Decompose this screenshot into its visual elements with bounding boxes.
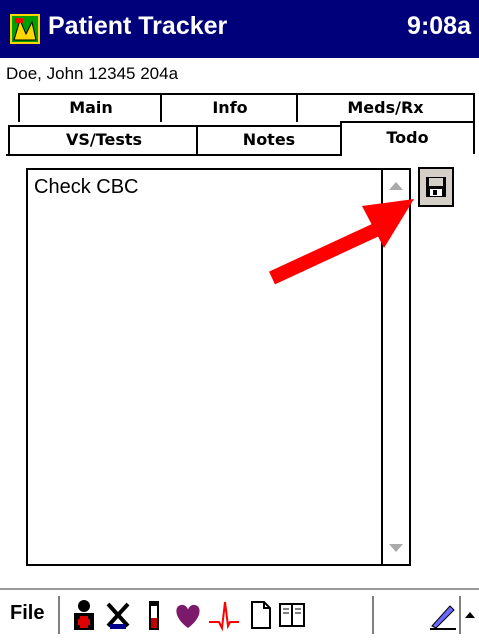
tab-main[interactable]: Main — [18, 93, 164, 122]
list-item[interactable]: Check CBC — [34, 176, 138, 199]
heart-icon[interactable] — [172, 598, 204, 632]
test-tube-icon[interactable] — [138, 598, 170, 632]
tab-meds-rx[interactable]: Meds/Rx — [296, 93, 475, 122]
app-icon — [10, 14, 40, 44]
ecg-icon[interactable] — [208, 598, 240, 632]
clock[interactable]: 9:08a — [407, 12, 471, 41]
tab-todo[interactable]: Todo — [340, 121, 475, 156]
tab-notes[interactable]: Notes — [196, 125, 342, 154]
title-bar: Patient Tracker 9:08a — [0, 0, 479, 58]
patient-info: Doe, John 12345 204a — [6, 64, 179, 83]
menu-bar: File — [0, 590, 479, 640]
scroll-down-arrow-icon[interactable] — [389, 544, 403, 552]
floppy-disk-icon — [426, 177, 446, 197]
document-icon[interactable] — [244, 598, 276, 632]
file-menu[interactable]: File — [10, 602, 44, 625]
input-menu-arrow-icon[interactable] — [462, 598, 478, 632]
save-button[interactable] — [418, 167, 454, 207]
app-title: Patient Tracker — [48, 12, 228, 40]
scrollbar[interactable] — [381, 170, 409, 564]
mortar-pestle-icon[interactable] — [102, 598, 134, 632]
tab-info[interactable]: Info — [160, 93, 300, 122]
pen-input-icon[interactable] — [426, 598, 458, 632]
patient-icon[interactable] — [68, 598, 100, 632]
tab-vs-tests[interactable]: VS/Tests — [8, 125, 200, 154]
todo-list[interactable]: Check CBC — [26, 168, 411, 566]
book-icon[interactable] — [276, 598, 308, 632]
scroll-up-arrow-icon[interactable] — [389, 182, 403, 190]
